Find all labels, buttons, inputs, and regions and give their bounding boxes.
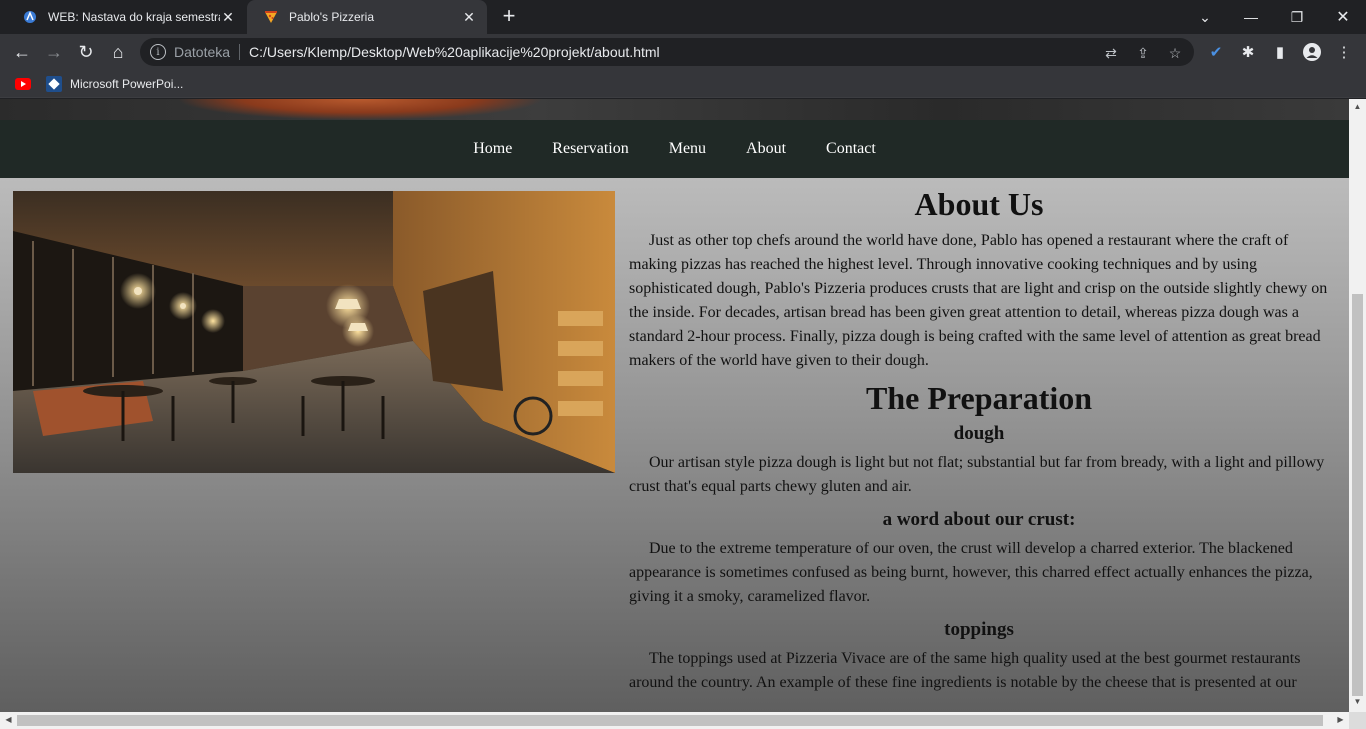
about-content: About Us Just as other top chefs around … (629, 187, 1329, 695)
about-us-paragraph: Just as other top chefs around the world… (629, 232, 1328, 369)
nav-contact[interactable]: Contact (806, 140, 896, 158)
tab-strip: WEB: Nastava do kraja semestra, ✕ Pablo'… (0, 0, 1366, 34)
tab-title: Pablo's Pizzeria (289, 10, 374, 24)
reload-button[interactable]: ↻ (73, 39, 99, 65)
minimize-button[interactable]: — (1228, 0, 1274, 34)
tab-search-icon[interactable]: ⌄ (1182, 0, 1228, 34)
restore-button[interactable]: ❐ (1274, 0, 1320, 34)
close-tab-icon[interactable]: ✕ (220, 9, 236, 25)
home-button[interactable]: ⌂ (105, 39, 131, 65)
nav-about[interactable]: About (726, 140, 806, 158)
moodle-icon (22, 9, 38, 25)
horizontal-scrollbar[interactable]: ◀ ▶ (0, 712, 1349, 729)
nav-reservation[interactable]: Reservation (532, 140, 648, 158)
share-icon[interactable]: ⇪ (1134, 44, 1152, 62)
toppings-heading: toppings (944, 619, 1014, 640)
address-bar[interactable]: i Datoteka C:/Users/Klemp/Desktop/Web%20… (140, 38, 1194, 66)
scroll-left-arrow-icon[interactable]: ◀ (0, 715, 17, 724)
tab-web-nastava[interactable]: WEB: Nastava do kraja semestra, ✕ (6, 0, 246, 34)
close-tab-icon[interactable]: ✕ (461, 9, 477, 25)
address-url[interactable]: C:/Users/Klemp/Desktop/Web%20aplikacije%… (249, 44, 660, 60)
nav-menu[interactable]: Menu (649, 140, 726, 158)
bookmark-powerpoint[interactable]: Microsoft PowerPoi... (46, 74, 183, 94)
tab-title: WEB: Nastava do kraja semestra, (48, 10, 220, 24)
bookmark-youtube[interactable] (15, 74, 31, 94)
close-window-button[interactable]: ✕ (1320, 0, 1366, 34)
forward-button[interactable]: → (41, 39, 67, 65)
address-scheme-label: Datoteka (174, 44, 231, 60)
info-icon[interactable]: i (150, 44, 166, 60)
scrollbar-corner (1349, 712, 1366, 729)
toppings-paragraph: The toppings used at Pizzeria Vivace are… (629, 650, 1301, 691)
site-nav: Home Reservation Menu About Contact (0, 120, 1349, 178)
youtube-icon (15, 78, 31, 90)
bookmark-label: Microsoft PowerPoi... (70, 77, 184, 91)
page-viewport: Home Reservation Menu About Contact Abou… (0, 99, 1349, 712)
nav-home[interactable]: Home (453, 140, 532, 158)
restaurant-interior-image (13, 191, 615, 473)
extensions-puzzle-icon[interactable]: ✱ (1237, 42, 1259, 62)
horizontal-scroll-thumb[interactable] (17, 715, 1323, 726)
bookmarks-bar: Microsoft PowerPoi... (0, 70, 1366, 98)
scroll-down-arrow-icon[interactable]: ▼ (1349, 697, 1366, 706)
vertical-scroll-thumb[interactable] (1352, 294, 1363, 696)
profile-avatar-icon[interactable] (1301, 42, 1323, 62)
extension-check-icon[interactable]: ✔ (1205, 42, 1227, 62)
scroll-right-arrow-icon[interactable]: ▶ (1332, 715, 1349, 724)
bookmark-star-icon[interactable]: ☆ (1166, 44, 1184, 62)
preparation-heading: The Preparation (865, 380, 1093, 416)
vertical-scrollbar[interactable]: ▲ ▼ (1349, 99, 1366, 712)
about-us-heading: About Us (914, 186, 1044, 222)
powerpoint-icon (46, 76, 62, 92)
translate-icon[interactable]: ⇄ (1102, 44, 1120, 62)
dough-heading: dough (953, 423, 1005, 444)
hero-pizza-image (0, 99, 1349, 120)
menu-kebab-icon[interactable]: ⋮ (1333, 42, 1355, 62)
dough-paragraph: Our artisan style pizza dough is light b… (629, 454, 1325, 495)
side-panel-icon[interactable]: ▮ (1269, 42, 1291, 62)
tab-pablos-pizzeria[interactable]: Pablo's Pizzeria ✕ (247, 0, 487, 34)
browser-toolbar: ← → ↻ ⌂ i Datoteka C:/Users/Klemp/Deskto… (0, 34, 1366, 70)
scroll-up-arrow-icon[interactable]: ▲ (1349, 102, 1366, 111)
pizza-icon (263, 9, 279, 25)
crust-heading: a word about our crust: (882, 509, 1076, 530)
crust-paragraph: Due to the extreme temperature of our ov… (629, 540, 1313, 605)
back-button[interactable]: ← (9, 39, 35, 65)
new-tab-button[interactable]: + (497, 5, 521, 29)
address-divider (239, 44, 241, 60)
